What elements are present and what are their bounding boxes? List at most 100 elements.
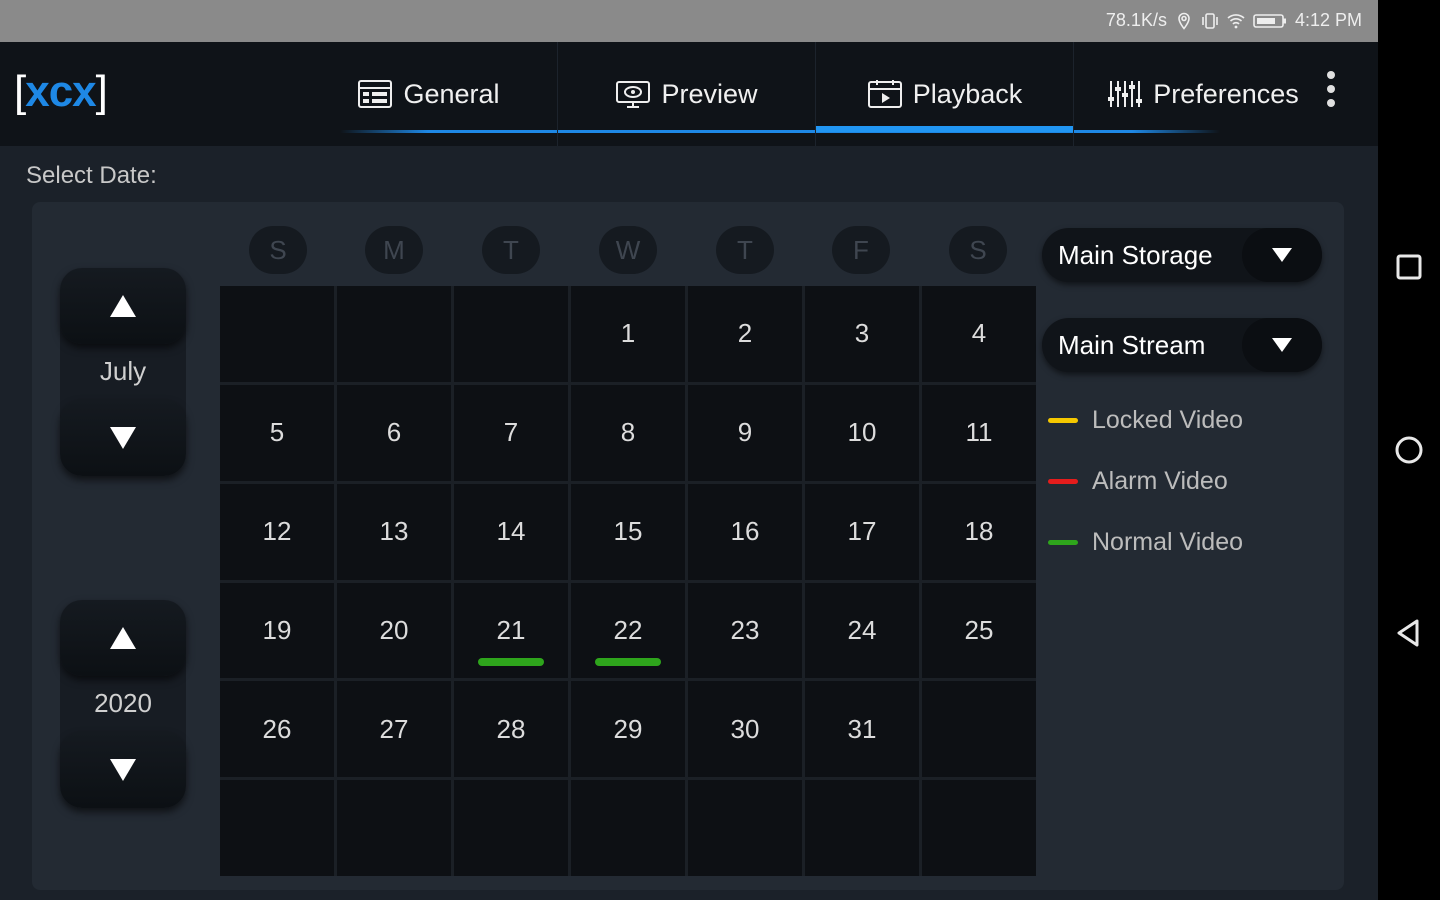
calendar-day[interactable]: 6 bbox=[337, 384, 451, 481]
calendar-day-number: 20 bbox=[379, 614, 409, 645]
calendar-day-number: 23 bbox=[730, 614, 760, 645]
month-down-button[interactable] bbox=[60, 400, 186, 476]
calendar-day-number: 9 bbox=[737, 417, 753, 448]
system-nav-bar bbox=[1378, 0, 1440, 900]
calendar-day[interactable]: 27 bbox=[337, 681, 451, 778]
alarm-video-swatch bbox=[1048, 479, 1078, 484]
calendar-day-number: 18 bbox=[964, 516, 994, 547]
calendar-day[interactable]: 4 bbox=[922, 286, 1036, 382]
tab-preview[interactable]: Preview bbox=[558, 42, 816, 146]
calendar-day[interactable]: 28 bbox=[454, 681, 568, 778]
calendar-grid: 1 2 3 4 5 6 7 8 9 10 11 12 13 14 15 16 17 18 19 20 21 22 23 24 2… bbox=[220, 286, 1036, 876]
calendar-day-number: 1 bbox=[620, 318, 636, 349]
normal-video-indicator bbox=[478, 658, 544, 667]
more-options-icon[interactable] bbox=[1316, 64, 1346, 114]
calendar-day[interactable]: 13 bbox=[337, 483, 451, 580]
location-icon bbox=[1175, 12, 1193, 30]
calendar-day-number: 26 bbox=[262, 713, 292, 744]
calendar-day-number: 19 bbox=[262, 614, 292, 645]
weekday-header: S bbox=[949, 226, 1007, 274]
storage-dropdown-value: Main Storage bbox=[1058, 239, 1213, 270]
calendar-day[interactable]: 17 bbox=[805, 483, 919, 580]
legend-label: Alarm Video bbox=[1092, 467, 1228, 495]
calendar-day[interactable]: 5 bbox=[220, 384, 334, 481]
weekday-header: T bbox=[716, 226, 774, 274]
calendar-day-number: 21 bbox=[496, 614, 526, 645]
calendar-day[interactable]: 16 bbox=[688, 483, 802, 580]
select-date-label: Select Date: bbox=[26, 162, 157, 189]
calendar-day[interactable]: 14 bbox=[454, 483, 568, 580]
calendar-day-number: 24 bbox=[847, 614, 877, 645]
net-speed: 78.1K/s bbox=[1105, 10, 1167, 30]
calendar-empty-cell bbox=[454, 286, 568, 382]
calendar-empty-cell bbox=[337, 780, 451, 876]
legend-alarm-video: Alarm Video bbox=[1048, 467, 1228, 496]
clock: 4:12 PM bbox=[1294, 10, 1362, 30]
calendar-day[interactable]: 3 bbox=[805, 286, 919, 382]
calendar-day[interactable]: 10 bbox=[805, 384, 919, 481]
calendar-day[interactable]: 22 bbox=[571, 582, 685, 679]
legend-label: Normal Video bbox=[1092, 528, 1244, 556]
calendar-empty-cell bbox=[454, 780, 568, 876]
month-up-button[interactable] bbox=[60, 268, 186, 344]
calendar-day[interactable]: 1 bbox=[571, 286, 685, 382]
normal-video-indicator bbox=[595, 658, 661, 667]
app-window: [xcx] General Preview Playback Preferenc… bbox=[0, 42, 1378, 900]
stream-dropdown[interactable]: Main Stream bbox=[1042, 318, 1322, 372]
calendar-day[interactable]: 31 bbox=[805, 681, 919, 778]
tab-preferences-label: Preferences bbox=[1153, 78, 1299, 109]
calendar-empty-cell bbox=[337, 286, 451, 382]
tab-bar: General Preview Playback Preferences bbox=[300, 42, 1332, 146]
home-icon[interactable] bbox=[1393, 434, 1425, 466]
arrow-down-icon bbox=[110, 427, 136, 449]
normal-video-swatch bbox=[1048, 540, 1078, 545]
calendar-day[interactable]: 15 bbox=[571, 483, 685, 580]
calendar-day-number: 11 bbox=[965, 417, 993, 448]
month-value: July bbox=[99, 356, 147, 386]
calendar-day[interactable]: 11 bbox=[922, 384, 1036, 481]
back-icon[interactable] bbox=[1393, 617, 1425, 649]
chevron-down-icon bbox=[1242, 228, 1322, 282]
calendar-day[interactable]: 21 bbox=[454, 582, 568, 679]
calendar-empty-cell bbox=[922, 681, 1036, 778]
year-up-button[interactable] bbox=[60, 600, 186, 676]
calendar-day-number: 13 bbox=[379, 516, 409, 547]
tab-preferences[interactable]: Preferences bbox=[1074, 42, 1332, 146]
tab-playback[interactable]: Playback bbox=[816, 42, 1074, 146]
calendar-day-number: 17 bbox=[847, 516, 877, 547]
calendar-day-number: 4 bbox=[971, 318, 987, 349]
wifi-icon bbox=[1227, 12, 1245, 30]
calendar-day-number: 2 bbox=[737, 318, 753, 349]
calendar-day[interactable]: 26 bbox=[220, 681, 334, 778]
calendar-day[interactable]: 12 bbox=[220, 483, 334, 580]
calendar-day[interactable]: 9 bbox=[688, 384, 802, 481]
calendar-day[interactable]: 20 bbox=[337, 582, 451, 679]
tab-general[interactable]: General bbox=[300, 42, 558, 146]
calendar-day[interactable]: 29 bbox=[571, 681, 685, 778]
calendar-day[interactable]: 23 bbox=[688, 582, 802, 679]
tab-preview-label: Preview bbox=[661, 78, 758, 109]
calendar-day[interactable]: 24 bbox=[805, 582, 919, 679]
calendar-day[interactable]: 19 bbox=[220, 582, 334, 679]
recents-icon[interactable] bbox=[1393, 251, 1425, 283]
date-picker-panel: July 2020 S M T W T F S 1 2 3 4 5 6 7 8 9 10 11 12 1… bbox=[32, 202, 1344, 890]
calendar-day-number: 31 bbox=[847, 713, 877, 744]
calendar-day-number: 22 bbox=[613, 614, 643, 645]
legend-label: Locked Video bbox=[1092, 406, 1244, 434]
calendar-day-number: 7 bbox=[503, 417, 519, 448]
calendar-empty-cell bbox=[220, 286, 334, 382]
calendar-day[interactable]: 2 bbox=[688, 286, 802, 382]
calendar-day[interactable]: 18 bbox=[922, 483, 1036, 580]
calendar-day[interactable]: 8 bbox=[571, 384, 685, 481]
storage-dropdown[interactable]: Main Storage bbox=[1042, 228, 1322, 282]
weekday-header: W bbox=[599, 226, 657, 274]
year-value: 2020 bbox=[94, 688, 152, 718]
calendar-day-number: 30 bbox=[730, 713, 760, 744]
legend-normal-video: Normal Video bbox=[1048, 528, 1243, 557]
calendar-day[interactable]: 7 bbox=[454, 384, 568, 481]
year-down-button[interactable] bbox=[60, 732, 186, 808]
weekday-header: F bbox=[832, 226, 890, 274]
calendar-day[interactable]: 25 bbox=[922, 582, 1036, 679]
calendar-day[interactable]: 30 bbox=[688, 681, 802, 778]
chevron-down-icon bbox=[1242, 318, 1322, 372]
